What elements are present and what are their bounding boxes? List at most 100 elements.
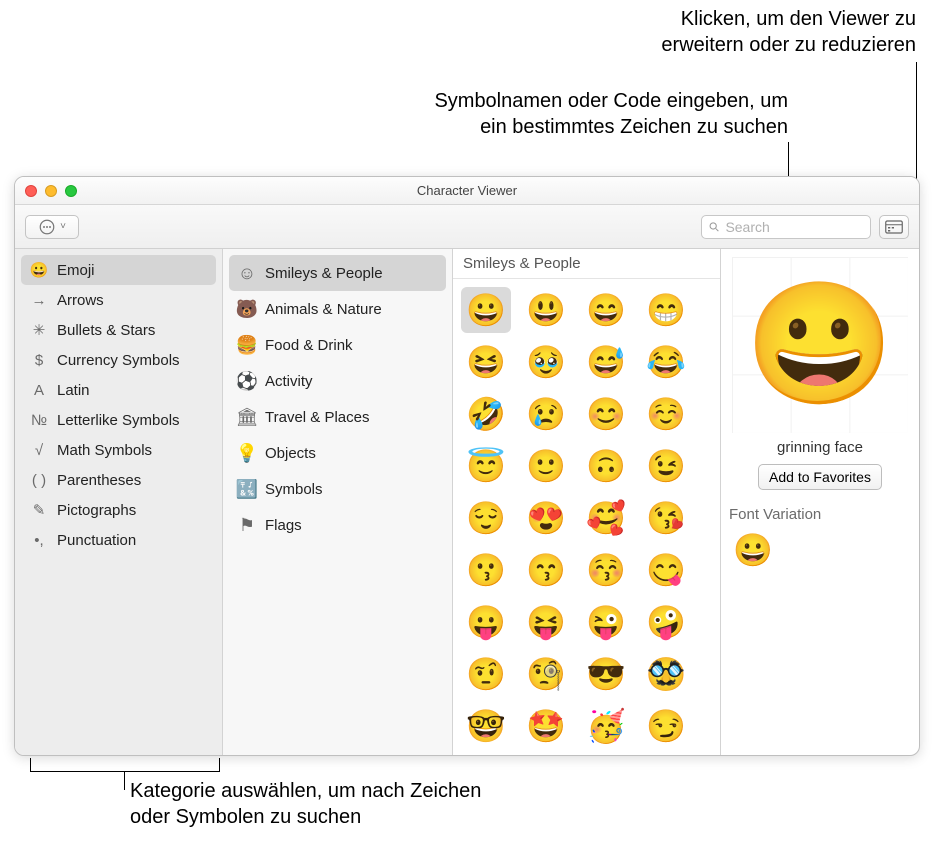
sidebar-item-parentheses[interactable]: ( )Parentheses [21,465,216,495]
subcat-item-smileys-people[interactable]: ☺ Smileys & People [229,255,446,291]
pictographs-icon: ✎ [29,500,49,520]
sidebar-item-currency-symbols[interactable]: $Currency Symbols [21,345,216,375]
emoji-cell[interactable]: 🤨 [461,651,511,697]
subcat-item-label: Smileys & People [265,265,383,282]
sidebar-item-emoji[interactable]: 😀Emoji [21,255,216,285]
subcat-item-activity[interactable]: ⚽Activity [229,363,446,399]
sidebar-item-math-symbols[interactable]: √Math Symbols [21,435,216,465]
search-input[interactable] [725,219,864,235]
sidebar-item-punctuation[interactable]: •, Punctuation [21,525,216,555]
sidebar-item-label: Punctuation [57,532,136,549]
letterlike-symbols-icon: № [29,410,49,430]
ellipsis-circle-icon [38,218,56,236]
emoji-cell[interactable]: 🥸 [641,651,691,697]
subcat-item-objects[interactable]: 💡Objects [229,435,446,471]
subcat-item-travel-places[interactable]: 🏛 Travel & Places [229,399,446,435]
emoji-cell[interactable]: 😚 [581,547,631,593]
emoji-cell[interactable]: 😉 [641,443,691,489]
font-variation-row: 😀 [733,531,773,569]
grid-header: Smileys & People [453,249,720,279]
emoji-cell[interactable]: ☺️ [641,391,691,437]
symbols-icon: 🔣 [237,479,257,499]
emoji-cell[interactable]: 🤓 [461,703,511,749]
emoji-cell[interactable]: 😊 [581,391,631,437]
window-title: Character Viewer [15,183,919,198]
sidebar-item-letterlike-symbols[interactable]: №Letterlike Symbols [21,405,216,435]
subcat-item-label: Travel & Places [265,409,369,426]
emoji-cell[interactable]: 🤪 [641,599,691,645]
emoji-cell[interactable]: 😌 [461,495,511,541]
font-variation-cell[interactable]: 😀 [733,532,773,568]
zoom-window-button[interactable] [65,185,77,197]
character-grid-panel: Smileys & People 😀😃😄😁 😆🥹😅😂 🤣😢😊☺️ 😇🙂🙃😉 😌😍🥰😘 😗😙… [453,249,721,755]
search-field[interactable] [701,215,871,239]
bullets-stars-icon: ✳ [29,320,49,340]
emoji-cell[interactable]: 🤣 [461,391,511,437]
smileys-people-icon: ☺ [237,263,257,283]
emoji-cell[interactable]: 😏 [641,703,691,749]
emoji-cell[interactable]: 😄 [581,287,631,333]
sidebar-item-label: Latin [57,382,90,399]
close-window-button[interactable] [25,185,37,197]
emoji-cell[interactable]: 😇 [461,443,511,489]
sidebar-item-label: Arrows [57,292,104,309]
emoji-cell[interactable]: 😆 [461,339,511,385]
emoji-cell[interactable]: 😎 [581,651,631,697]
emoji-cell[interactable]: 😢 [521,391,571,437]
emoji-cell[interactable]: 🧐 [521,651,571,697]
objects-icon: 💡 [237,443,257,463]
emoji-cell[interactable]: 😁 [641,287,691,333]
emoji-cell[interactable]: 🙂 [521,443,571,489]
emoji-cell[interactable]: 🥳 [581,703,631,749]
options-dropdown[interactable]: ˅ [25,215,79,239]
emoji-cell[interactable]: 🤩 [521,703,571,749]
sidebar-item-pictographs[interactable]: ✎Pictographs [21,495,216,525]
subcat-item-label: Food & Drink [265,337,353,354]
preview-character: 😀 [745,275,894,415]
emoji-cell[interactable]: 😍 [521,495,571,541]
emoji-cell[interactable]: 😋 [641,547,691,593]
callout-search: Symbolnamen oder Code eingeben, um ein b… [434,88,788,140]
preview-box: 😀 [732,257,908,433]
travel-places-icon: 🏛 [237,407,257,427]
minimize-window-button[interactable] [45,185,57,197]
viewer-toggle-icon [885,220,903,234]
emoji-cell[interactable]: 😀 [461,287,511,333]
emoji-cell[interactable]: 😘 [641,495,691,541]
subcat-item-symbols[interactable]: 🔣 Symbols [229,471,446,507]
toolbar: ˅ [15,205,919,249]
subcat-item-label: Symbols [265,481,323,498]
emoji-cell[interactable]: 😜 [581,599,631,645]
font-variation-label: Font Variation [729,506,821,523]
callout-category: Kategorie auswählen, um nach Zeichen ode… [130,778,481,830]
emoji-cell[interactable]: 😅 [581,339,631,385]
emoji-cell[interactable]: 😝 [521,599,571,645]
emoji-cell[interactable]: 😛 [461,599,511,645]
subcat-item-food-drink[interactable]: 🍔Food & Drink [229,327,446,363]
emoji-cell[interactable]: 🥰 [581,495,631,541]
sidebar-item-label: Bullets & Stars [57,322,155,339]
subcat-item-label: Flags [265,517,302,534]
punctuation-icon: •, [29,530,49,550]
preview-panel: 😀 grinning face Add to Favorites Font Va… [721,249,919,755]
sidebar-item-latin[interactable]: ALatin [21,375,216,405]
sidebar-item-label: Emoji [57,262,95,279]
flags-icon: ⚑ [237,515,257,535]
emoji-cell[interactable]: 🥹 [521,339,571,385]
add-to-favorites-button[interactable]: Add to Favorites [758,464,882,490]
sidebar-item-bullets-stars[interactable]: ✳ Bullets & Stars [21,315,216,345]
emoji-cell[interactable]: 😗 [461,547,511,593]
window-controls [25,185,77,197]
subcat-item-flags[interactable]: ⚑ Flags [229,507,446,543]
emoji-cell[interactable]: 😙 [521,547,571,593]
chevron-down-icon: ˅ [60,221,66,232]
expand-collapse-button[interactable] [879,215,909,239]
subcat-item-label: Activity [265,373,313,390]
emoji-cell[interactable]: 😂 [641,339,691,385]
emoji-cell[interactable]: 🙃 [581,443,631,489]
math-symbols-icon: √ [29,440,49,460]
sidebar-item-arrows[interactable]: →Arrows [21,285,216,315]
subcat-item-label: Animals & Nature [265,301,382,318]
subcat-item-animals-nature[interactable]: 🐻Animals & Nature [229,291,446,327]
emoji-cell[interactable]: 😃 [521,287,571,333]
